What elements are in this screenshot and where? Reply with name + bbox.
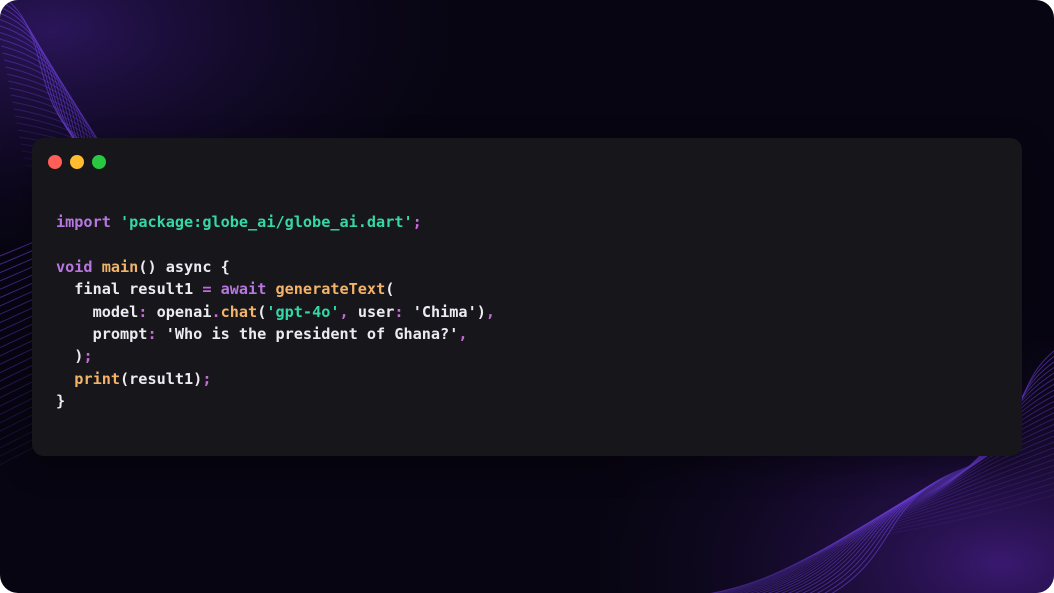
code-token: ; [202, 369, 212, 388]
code-window: import 'package:globe_ai/globe_ai.dart';… [32, 138, 1022, 456]
code-token: import [56, 213, 111, 231]
code-token: () async { [138, 257, 230, 276]
code-token: , [485, 302, 496, 321]
code-token: : [394, 302, 404, 321]
minimize-dot[interactable] [70, 155, 84, 169]
code-token: final result1 [56, 280, 203, 299]
code-token: chat [220, 302, 258, 321]
code-token: main [101, 257, 139, 276]
maximize-dot[interactable] [92, 155, 106, 169]
code-token: ; [83, 347, 93, 366]
screenshot-frame: import 'package:globe_ai/globe_ai.dart';… [0, 0, 1054, 593]
code-token: ( [257, 302, 267, 321]
code-token: . [211, 302, 221, 321]
code-line: final result1 = await generateText( [56, 278, 495, 300]
code-line: model: openai.chat('gpt-4o', user: 'Chim… [56, 301, 495, 323]
code-token: model [56, 302, 139, 321]
close-dot[interactable] [48, 155, 62, 169]
code-token: } [56, 392, 66, 411]
code-block: import 'package:globe_ai/globe_ai.dart';… [56, 211, 495, 413]
code-token: print [74, 369, 121, 388]
code-token: (result1) [120, 369, 203, 388]
code-token: ) [476, 302, 486, 321]
code-token: openai [147, 302, 212, 321]
code-line: } [56, 390, 495, 412]
window-controls [48, 155, 106, 169]
code-token: ) [56, 347, 84, 366]
code-line: prompt: 'Who is the president of Ghana?'… [56, 323, 495, 345]
code-token: , [339, 302, 349, 321]
code-token: 'Chima' [412, 302, 477, 321]
code-token: : [147, 324, 157, 343]
code-token: await [220, 280, 267, 299]
code-token: generateText [275, 280, 386, 299]
code-token: user [348, 302, 395, 321]
code-line: void main() async { [56, 256, 495, 278]
code-token: prompt [56, 324, 148, 343]
code-token: 'Who is the president of Ghana?' [165, 324, 459, 343]
code-line: import 'package:globe_ai/globe_ai.dart'; [56, 211, 495, 233]
code-line: print(result1); [56, 368, 495, 390]
code-token: 'package:globe_ai/globe_ai.dart' [120, 213, 413, 231]
code-token: , [458, 324, 468, 343]
code-token: void [56, 257, 93, 276]
code-token: 'gpt-4o' [266, 302, 340, 321]
code-token: ( [385, 280, 395, 299]
code-line: ); [56, 345, 495, 367]
code-token: ; [412, 213, 422, 231]
